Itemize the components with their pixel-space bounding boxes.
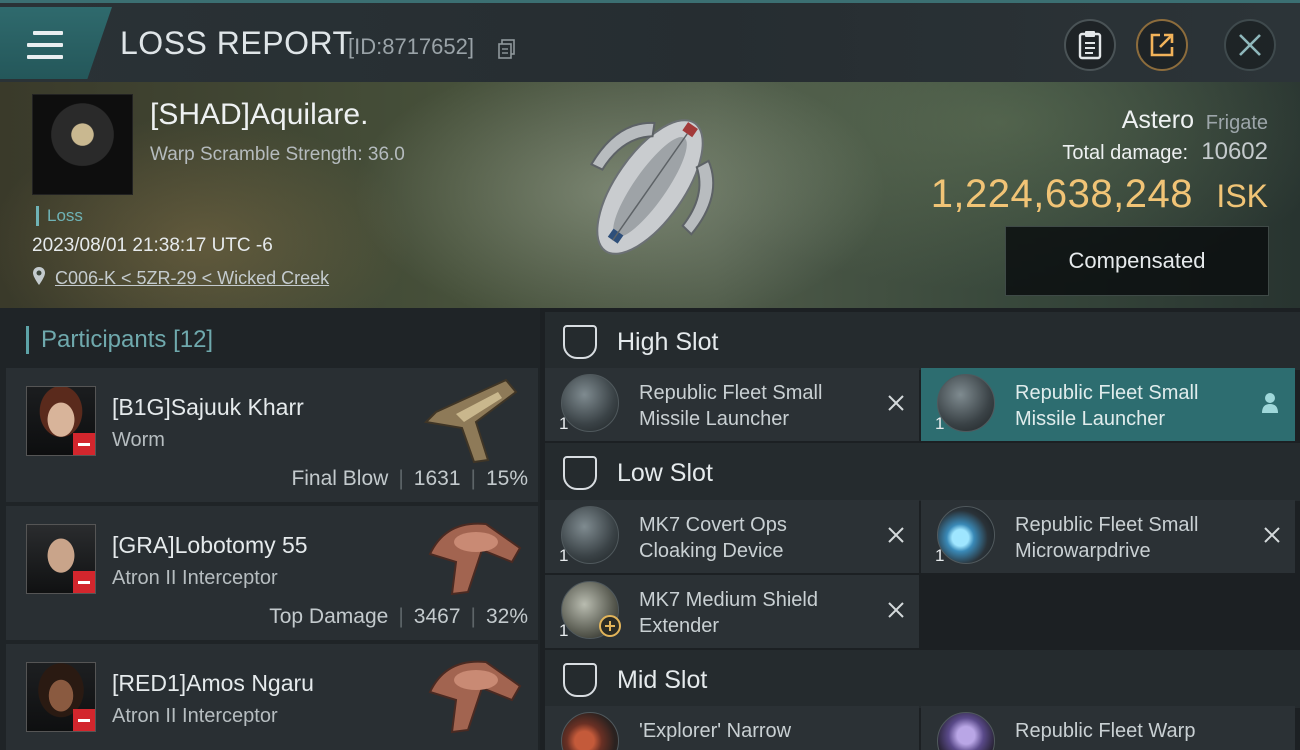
- compensated-button[interactable]: Compensated: [1005, 226, 1269, 296]
- slot-shield-icon: [563, 456, 597, 490]
- participant-card[interactable]: [B1G]Sajuuk Kharr Worm Final Blow | 1631…: [6, 368, 538, 502]
- module-name: Republic Fleet Small Missile Launcher: [639, 382, 823, 430]
- participants-count: [12]: [173, 326, 214, 353]
- module-name: Republic Fleet Warp: [1015, 720, 1196, 742]
- add-icon: [599, 615, 621, 637]
- module-name: MK7 Medium Shield Extender: [639, 589, 818, 637]
- share-button[interactable]: [1136, 19, 1188, 71]
- fitting-panel: High Slot 1 Republic Fleet Small Missile …: [540, 308, 1300, 750]
- low-slot-header: Low Slot: [545, 443, 1300, 501]
- slot-title: High Slot: [617, 328, 719, 356]
- copy-icon[interactable]: [498, 39, 516, 59]
- participant-name: [GRA]Lobotomy 55: [112, 532, 308, 558]
- participant-role: Top Damage: [269, 605, 389, 628]
- participant-avatar: [26, 524, 96, 594]
- participants-panel: Participants [12] [B1G]Sajuuk Kharr Worm…: [0, 308, 540, 750]
- module-item[interactable]: 'Explorer' Narrow: [545, 706, 919, 750]
- missile-launcher-icon: [561, 374, 619, 432]
- participant-avatar: [26, 662, 96, 732]
- clipboard-icon: [1078, 31, 1102, 60]
- module-item[interactable]: 1 MK7 Covert Ops Cloaking Device: [545, 500, 919, 573]
- module-name: MK7 Covert Ops Cloaking Device: [639, 514, 787, 562]
- participant-role: Final Blow: [291, 467, 389, 490]
- participant-stats: Top Damage | 3467 | 32%: [269, 605, 528, 628]
- close-button[interactable]: [1224, 19, 1276, 71]
- title-bar: LOSS REPORT [ID:8717652]: [0, 0, 1300, 82]
- remove-badge-icon: [73, 433, 95, 455]
- module-quantity: 1: [559, 414, 569, 433]
- missile-launcher-icon: [937, 374, 995, 432]
- slot-shield-icon: [563, 325, 597, 359]
- participant-percent: 15%: [485, 467, 528, 490]
- module-quantity: 1: [935, 414, 945, 433]
- cloaking-device-icon: [561, 506, 619, 564]
- module-quantity: 1: [935, 546, 945, 565]
- ship-image[interactable]: [545, 92, 755, 282]
- destroyed-x-icon: [888, 602, 904, 618]
- isk-unit: ISK: [1216, 178, 1268, 214]
- module-name: 'Explorer' Narrow: [639, 720, 792, 742]
- kill-summary: [SHAD]Aquilare. Warp Scramble Strength: …: [0, 82, 1300, 308]
- close-icon: [1239, 34, 1261, 56]
- module-quantity: 1: [559, 621, 569, 640]
- participant-avatar: [26, 386, 96, 456]
- total-damage-label: Total damage:: [1062, 142, 1188, 164]
- destroyed-x-icon: [888, 395, 904, 411]
- remove-badge-icon: [73, 571, 95, 593]
- participant-percent: 32%: [485, 605, 528, 628]
- total-damage-value: 10602: [1201, 138, 1268, 165]
- kill-time: 2023/08/01 21:38:17 UTC -6: [32, 235, 273, 256]
- report-id: [ID:8717652]: [348, 34, 474, 59]
- high-slot-header: High Slot: [545, 312, 1300, 370]
- scanner-module-icon: [561, 712, 619, 750]
- participant-ship: Worm: [112, 429, 165, 451]
- menu-icon: [27, 31, 63, 59]
- warp-scramble-strength: Warp Scramble Strength: 36.0: [150, 144, 405, 165]
- loss-tag: Loss: [36, 206, 83, 226]
- victim-avatar[interactable]: [32, 94, 133, 195]
- clipboard-button[interactable]: [1064, 19, 1116, 71]
- participant-card[interactable]: [GRA]Lobotomy 55 Atron II Interceptor To…: [6, 506, 538, 640]
- menu-button[interactable]: [0, 7, 112, 79]
- participant-ship: Atron II Interceptor: [112, 567, 278, 589]
- module-name: Republic Fleet Small Microwarpdrive: [1015, 514, 1199, 562]
- participant-card[interactable]: [RED1]Amos Ngaru Atron II Interceptor: [6, 644, 538, 750]
- share-icon: [1150, 33, 1174, 57]
- mid-slot-header: Mid Slot: [545, 650, 1300, 708]
- participant-ship-image: [428, 522, 522, 596]
- module-item[interactable]: 1 MK7 Medium Shield Extender: [545, 575, 919, 648]
- destroyed-x-icon: [1264, 527, 1280, 543]
- participant-ship-image: [423, 378, 518, 464]
- module-item[interactable]: 1 Republic Fleet Small Microwarpdrive: [921, 500, 1295, 573]
- module-name: Republic Fleet Small Missile Launcher: [1015, 382, 1199, 430]
- participant-ship-image: [428, 660, 522, 734]
- module-item[interactable]: Republic Fleet Warp: [921, 706, 1295, 750]
- page-title: LOSS REPORT: [120, 25, 353, 61]
- participants-header: Participants [12]: [26, 326, 213, 354]
- victim-name[interactable]: [SHAD]Aquilare.: [150, 98, 368, 132]
- destroyed-x-icon: [888, 527, 904, 543]
- participant-damage: 3467: [413, 605, 461, 628]
- participant-stats: Final Blow | 1631 | 15%: [291, 467, 528, 490]
- location-pin-icon: [33, 267, 45, 285]
- slot-title: Low Slot: [617, 459, 713, 487]
- module-item[interactable]: 1 Republic Fleet Small Missile Launcher: [545, 368, 919, 441]
- isk-value: 1,224,638,248: [930, 172, 1193, 216]
- location-link[interactable]: C006-K < 5ZR-29 < Wicked Creek: [55, 268, 329, 289]
- slot-shield-icon: [563, 663, 597, 697]
- participants-label: Participants: [41, 326, 167, 353]
- participant-name: [B1G]Sajuuk Kharr: [112, 394, 304, 420]
- participant-name: [RED1]Amos Ngaru: [112, 670, 314, 696]
- module-item[interactable]: 1 Republic Fleet Small Missile Launcher: [921, 368, 1295, 441]
- remove-badge-icon: [73, 709, 95, 731]
- participant-damage: 1631: [413, 467, 461, 490]
- participant-ship: Atron II Interceptor: [112, 705, 278, 727]
- microwarpdrive-icon: [937, 506, 995, 564]
- ship-name[interactable]: Astero: [1122, 106, 1194, 135]
- ship-class: Frigate: [1205, 112, 1268, 134]
- slot-title: Mid Slot: [617, 666, 708, 694]
- warp-module-icon: [937, 712, 995, 750]
- module-quantity: 1: [559, 546, 569, 565]
- user-icon: [1262, 393, 1278, 413]
